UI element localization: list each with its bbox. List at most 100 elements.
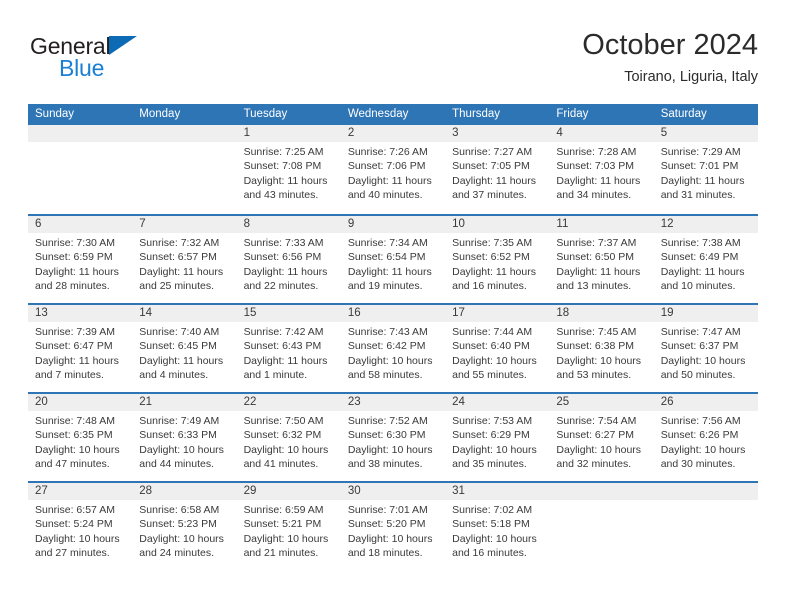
calendar-page: General Blue October 2024 Toirano, Ligur… (0, 0, 792, 612)
calendar-week-row: 20 Sunrise: 7:48 AM Sunset: 6:35 PM Dayligh… (28, 392, 758, 481)
calendar-day-cell[interactable]: 5 Sunrise: 7:29 AM Sunset: 7:01 PM Daylight… (653, 125, 758, 214)
calendar-day-cell[interactable]: 2 Sunrise: 7:26 AM Sunset: 7:06 PM Daylight… (340, 125, 446, 214)
day-number: 14 (132, 305, 237, 322)
day-detail-line: Sunrise: 7:53 AM (452, 415, 533, 427)
day-details: Sunrise: 7:25 AM Sunset: 7:08 PM Daylight:… (237, 142, 341, 203)
day-detail-line: Sunrise: 7:50 AM (243, 415, 324, 427)
day-detail-line: and 24 minutes. (139, 547, 214, 560)
calendar-day-cell[interactable]: 19 Sunrise: 7:47 AM Sunset: 6:37 PM Dayligh… (653, 305, 758, 392)
calendar-day-cell[interactable]: 8 Sunrise: 7:33 AM Sunset: 6:56 PM Daylight… (236, 216, 341, 303)
calendar-week-row: 13 Sunrise: 7:39 AM Sunset: 6:47 PM Dayligh… (28, 303, 758, 392)
day-detail-line: Sunset: 6:35 PM (35, 429, 113, 442)
day-detail-line: Sunset: 6:33 PM (139, 429, 217, 442)
calendar-day-cell[interactable]: 23 Sunrise: 7:52 AM Sunset: 6:30 PM Dayligh… (340, 394, 446, 481)
day-detail-line: Sunrise: 7:26 AM (347, 146, 428, 158)
day-detail-line: Sunrise: 7:54 AM (556, 415, 637, 427)
day-detail-line: Daylight: 10 hours (660, 443, 746, 456)
calendar-week-row: 1 Sunrise: 7:25 AM Sunset: 7:08 PM Daylight… (28, 125, 758, 214)
day-detail-line: Sunrise: 7:37 AM (556, 237, 637, 249)
day-number: 26 (653, 394, 758, 411)
calendar-day-cell[interactable]: 11 Sunrise: 7:37 AM Sunset: 6:50 PM Dayligh… (549, 216, 654, 303)
day-detail-line: and 18 minutes. (347, 547, 423, 560)
calendar-day-cell[interactable]: 18 Sunrise: 7:45 AM Sunset: 6:38 PM Dayligh… (549, 305, 654, 392)
calendar-day-cell[interactable]: 9 Sunrise: 7:34 AM Sunset: 6:54 PM Daylight… (340, 216, 446, 303)
day-detail-line: and 22 minutes. (243, 280, 319, 293)
calendar-day-cell[interactable]: 20 Sunrise: 7:48 AM Sunset: 6:35 PM Dayligh… (28, 394, 133, 481)
day-detail-line: Sunrise: 7:29 AM (660, 146, 741, 158)
day-detail-line: Sunset: 7:06 PM (347, 160, 426, 173)
day-number (549, 483, 654, 500)
day-detail-line: Daylight: 10 hours (347, 443, 433, 456)
day-detail-line: Sunset: 7:03 PM (556, 160, 635, 173)
day-details: Sunrise: 7:39 AM Sunset: 6:47 PM Daylight:… (28, 322, 132, 383)
calendar-day-cell[interactable]: 7 Sunrise: 7:32 AM Sunset: 6:57 PM Daylight… (132, 216, 237, 303)
day-number (132, 125, 237, 142)
day-number: 24 (445, 394, 550, 411)
day-detail-line: Daylight: 10 hours (35, 443, 120, 456)
calendar-day-cell[interactable]: 22 Sunrise: 7:50 AM Sunset: 6:32 PM Dayligh… (236, 394, 341, 481)
calendar-day-cell[interactable]: 15 Sunrise: 7:42 AM Sunset: 6:43 PM Dayligh… (236, 305, 341, 392)
calendar-day-cell[interactable]: 4 Sunrise: 7:28 AM Sunset: 7:03 PM Daylight… (549, 125, 654, 214)
day-number: 22 (236, 394, 341, 411)
day-detail-line: and 38 minutes. (347, 458, 423, 471)
calendar-day-cell[interactable]: 25 Sunrise: 7:54 AM Sunset: 6:27 PM Dayligh… (549, 394, 654, 481)
day-number: 19 (653, 305, 758, 322)
page-header: General Blue October 2024 Toirano, Ligur… (28, 28, 758, 90)
day-number: 30 (340, 483, 446, 500)
day-detail-line: and 27 minutes. (35, 547, 110, 560)
day-details: Sunrise: 7:43 AM Sunset: 6:42 PM Daylight:… (341, 322, 445, 383)
calendar-day-cell[interactable]: 1 Sunrise: 7:25 AM Sunset: 7:08 PM Daylight… (236, 125, 341, 214)
calendar-day-cell[interactable]: 12 Sunrise: 7:38 AM Sunset: 6:49 PM Dayligh… (653, 216, 758, 303)
calendar-day-cell[interactable]: 13 Sunrise: 7:39 AM Sunset: 6:47 PM Dayligh… (28, 305, 133, 392)
day-details: Sunrise: 7:35 AM Sunset: 6:52 PM Daylight:… (445, 233, 549, 294)
day-detail-line: and 16 minutes. (452, 280, 527, 293)
calendar-day-cell-empty (653, 483, 758, 570)
day-details: Sunrise: 7:01 AM Sunset: 5:20 PM Daylight:… (341, 500, 445, 561)
day-number: 15 (236, 305, 341, 322)
day-detail-line: Sunrise: 7:27 AM (452, 146, 533, 158)
calendar-day-cell[interactable]: 30 Sunrise: 7:01 AM Sunset: 5:20 PM Dayligh… (340, 483, 446, 570)
day-detail-line: Sunset: 6:52 PM (452, 251, 530, 264)
calendar-day-cell[interactable]: 10 Sunrise: 7:35 AM Sunset: 6:52 PM Dayligh… (445, 216, 550, 303)
calendar-day-cell[interactable]: 16 Sunrise: 7:43 AM Sunset: 6:42 PM Dayligh… (340, 305, 446, 392)
day-detail-line: and 58 minutes. (347, 369, 423, 382)
calendar-day-cell[interactable]: 6 Sunrise: 7:30 AM Sunset: 6:59 PM Daylight… (28, 216, 133, 303)
day-detail-line: and 53 minutes. (556, 369, 632, 382)
day-detail-line: Daylight: 11 hours (660, 174, 745, 187)
calendar-day-cell[interactable]: 3 Sunrise: 7:27 AM Sunset: 7:05 PM Daylight… (445, 125, 550, 214)
calendar-day-cell[interactable]: 27 Sunrise: 6:57 AM Sunset: 5:24 PM Dayligh… (28, 483, 133, 570)
day-number: 9 (340, 216, 446, 233)
calendar-day-cell[interactable]: 26 Sunrise: 7:56 AM Sunset: 6:26 PM Dayligh… (653, 394, 758, 481)
day-detail-line: and 37 minutes. (452, 189, 527, 202)
day-number: 20 (28, 394, 133, 411)
calendar-day-cell[interactable]: 31 Sunrise: 7:02 AM Sunset: 5:18 PM Dayligh… (445, 483, 550, 570)
day-detail-line: and 30 minutes. (660, 458, 736, 471)
day-detail-line: and 50 minutes. (660, 369, 736, 382)
day-detail-line: Sunrise: 7:42 AM (243, 326, 324, 338)
day-detail-line: Daylight: 10 hours (347, 354, 433, 367)
day-detail-line: Sunset: 5:18 PM (452, 518, 530, 531)
day-detail-line: Sunset: 6:38 PM (556, 340, 635, 353)
calendar-day-cell[interactable]: 28 Sunrise: 6:58 AM Sunset: 5:23 PM Dayligh… (132, 483, 237, 570)
day-number: 18 (549, 305, 654, 322)
weekday-header-friday: Friday (556, 108, 589, 120)
calendar-day-cell[interactable]: 24 Sunrise: 7:53 AM Sunset: 6:29 PM Dayligh… (445, 394, 550, 481)
calendar-day-cell[interactable]: 29 Sunrise: 6:59 AM Sunset: 5:21 PM Dayligh… (236, 483, 341, 570)
day-detail-line: Sunset: 6:42 PM (347, 340, 426, 353)
day-detail-line: Sunrise: 7:39 AM (35, 326, 115, 338)
day-detail-line: and 35 minutes. (452, 458, 527, 471)
day-detail-line: Sunset: 7:08 PM (243, 160, 322, 173)
calendar-day-cell[interactable]: 17 Sunrise: 7:44 AM Sunset: 6:40 PM Dayligh… (445, 305, 550, 392)
day-number: 29 (236, 483, 341, 500)
day-number: 3 (445, 125, 550, 142)
day-detail-line: Sunrise: 6:57 AM (35, 504, 115, 516)
calendar-day-cell[interactable]: 14 Sunrise: 7:40 AM Sunset: 6:45 PM Dayligh… (132, 305, 237, 392)
page-title: October 2024 (582, 29, 758, 61)
day-detail-line: Daylight: 10 hours (35, 532, 120, 545)
day-detail-line: Sunset: 6:54 PM (347, 251, 426, 264)
day-detail-line: Daylight: 10 hours (452, 532, 537, 545)
day-detail-line: Daylight: 10 hours (139, 532, 224, 545)
calendar-day-cell-empty (28, 125, 133, 214)
calendar-day-cell[interactable]: 21 Sunrise: 7:49 AM Sunset: 6:33 PM Dayligh… (132, 394, 237, 481)
day-number: 27 (28, 483, 133, 500)
